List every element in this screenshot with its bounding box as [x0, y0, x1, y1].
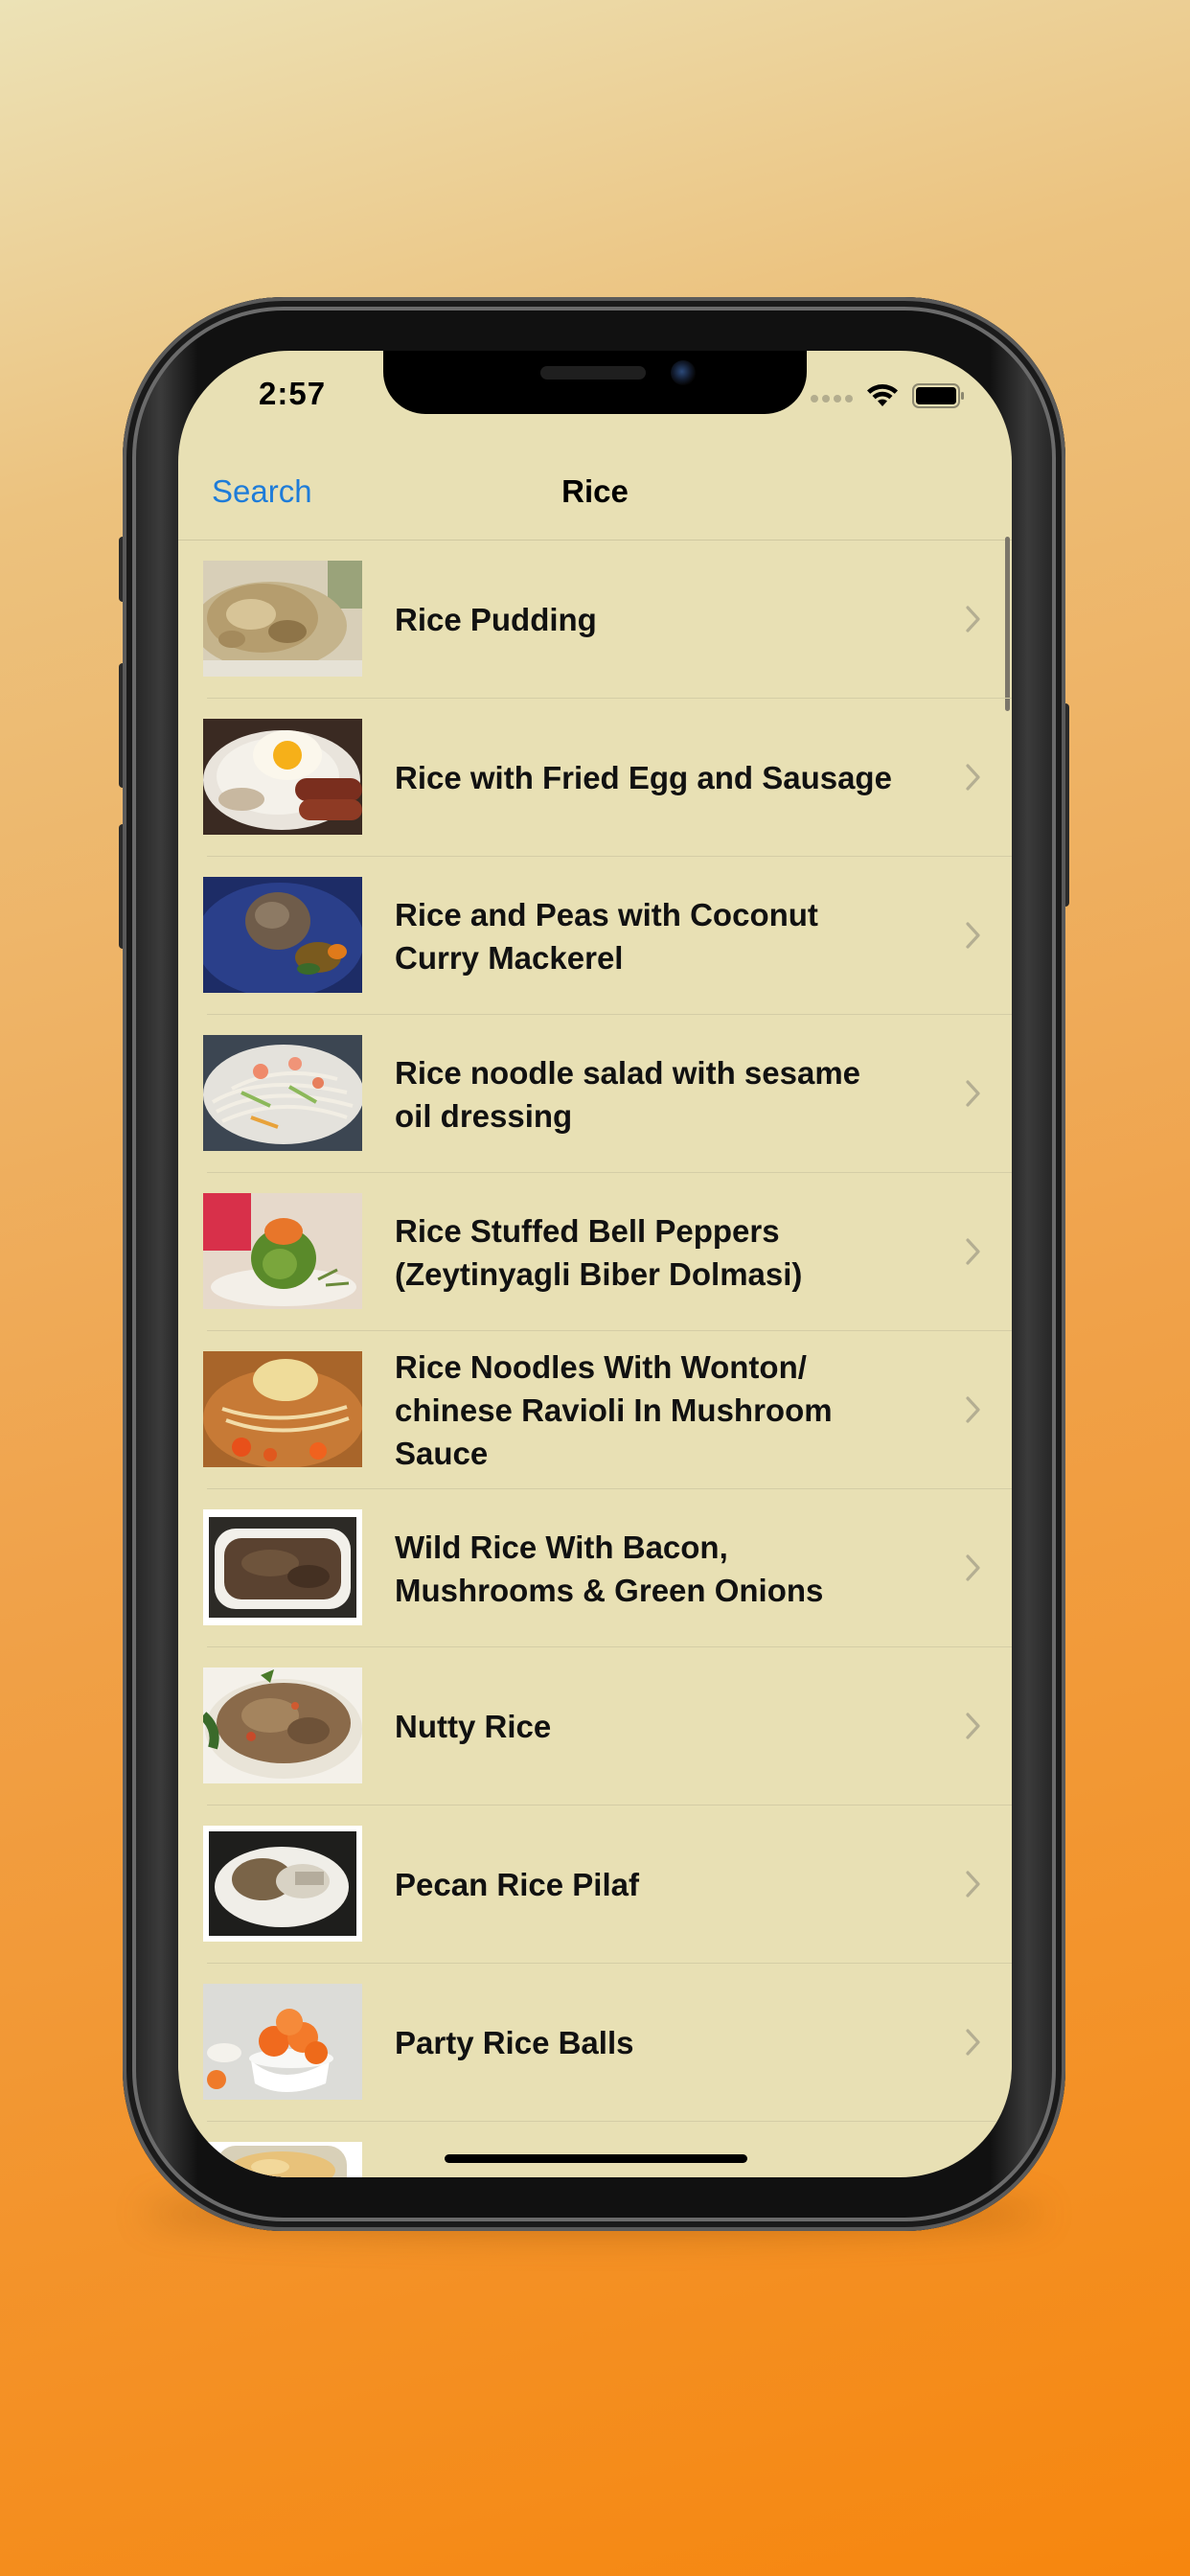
phone-screen: 2:57 Search Rice Rice Pudding Rice with …	[178, 351, 1012, 2177]
chevron-right-icon	[966, 1080, 980, 1107]
recipe-thumbnail	[203, 2142, 362, 2177]
chevron-right-icon	[966, 1554, 980, 1581]
home-indicator[interactable]	[445, 2154, 747, 2163]
recipe-title: Nutty Rice	[395, 1709, 552, 1744]
chevron-right-icon	[966, 1238, 980, 1265]
recipe-title: Rice Noodles With Wonton/ chinese Raviol…	[395, 1349, 833, 1471]
recipe-thumbnail	[203, 1984, 362, 2100]
list-item[interactable]: Rice Pudding	[178, 540, 1012, 699]
list-item[interactable]: Wild Rice With Bacon, Mushrooms & Green …	[178, 1489, 1012, 1647]
recipe-thumbnail	[203, 1035, 362, 1151]
cellular-signal-icon	[811, 394, 853, 402]
recipe-thumbnail	[203, 1193, 362, 1309]
recipe-title	[395, 2122, 897, 2177]
recipe-thumbnail	[203, 561, 362, 677]
recipe-title: Rice and Peas with Coconut Curry Mackere…	[395, 896, 818, 976]
chevron-right-icon	[966, 2029, 980, 2056]
battery-icon	[912, 383, 966, 413]
recipe-thumbnail	[203, 1668, 362, 1783]
list-item[interactable]	[178, 2122, 1012, 2177]
list-item[interactable]: Rice Stuffed Bell Peppers (Zeytinyagli B…	[178, 1173, 1012, 1331]
status-time: 2:57	[259, 376, 327, 411]
recipe-thumbnail	[203, 1351, 362, 1467]
navigation-bar: Search Rice	[178, 456, 1012, 540]
status-indicators	[811, 383, 966, 413]
recipe-title: Rice with Fried Egg and Sausage	[395, 760, 892, 795]
earpiece-speaker	[540, 366, 646, 380]
recipe-thumbnail	[203, 1826, 362, 1942]
chevron-right-icon	[966, 1871, 980, 1898]
recipe-list: Rice Pudding Rice with Fried Egg and Sau…	[178, 540, 1012, 2177]
recipe-title: Rice Stuffed Bell Peppers (Zeytinyagli B…	[395, 1212, 803, 1292]
list-item[interactable]: Rice noodle salad with sesame oil dressi…	[178, 1015, 1012, 1173]
recipe-title: Rice Pudding	[395, 602, 597, 637]
recipe-title: Pecan Rice Pilaf	[395, 1867, 639, 1902]
recipe-title: Wild Rice With Bacon, Mushrooms & Green …	[395, 1529, 824, 1608]
page-title: Rice	[561, 473, 629, 509]
recipe-title: Rice noodle salad with sesame oil dressi…	[395, 1054, 861, 1134]
list-item[interactable]: Party Rice Balls	[178, 1964, 1012, 2122]
recipe-thumbnail	[203, 1509, 362, 1625]
list-item[interactable]: Rice and Peas with Coconut Curry Mackere…	[178, 857, 1012, 1015]
list-item[interactable]: Rice Noodles With Wonton/ chinese Raviol…	[178, 1331, 1012, 1489]
notch	[383, 351, 807, 414]
chevron-right-icon	[966, 606, 980, 632]
chevron-right-icon	[966, 922, 980, 949]
wifi-icon	[866, 383, 899, 413]
front-camera	[671, 360, 696, 385]
recipe-thumbnail	[203, 719, 362, 835]
list-item[interactable]: Rice with Fried Egg and Sausage	[178, 699, 1012, 857]
chevron-right-icon	[966, 1713, 980, 1739]
chevron-right-icon	[966, 1396, 980, 1423]
list-item[interactable]: Pecan Rice Pilaf	[178, 1806, 1012, 1964]
recipe-title: Party Rice Balls	[395, 2025, 634, 2060]
list-item[interactable]: Nutty Rice	[178, 1647, 1012, 1806]
chevron-right-icon	[966, 764, 980, 791]
recipe-thumbnail	[203, 877, 362, 993]
